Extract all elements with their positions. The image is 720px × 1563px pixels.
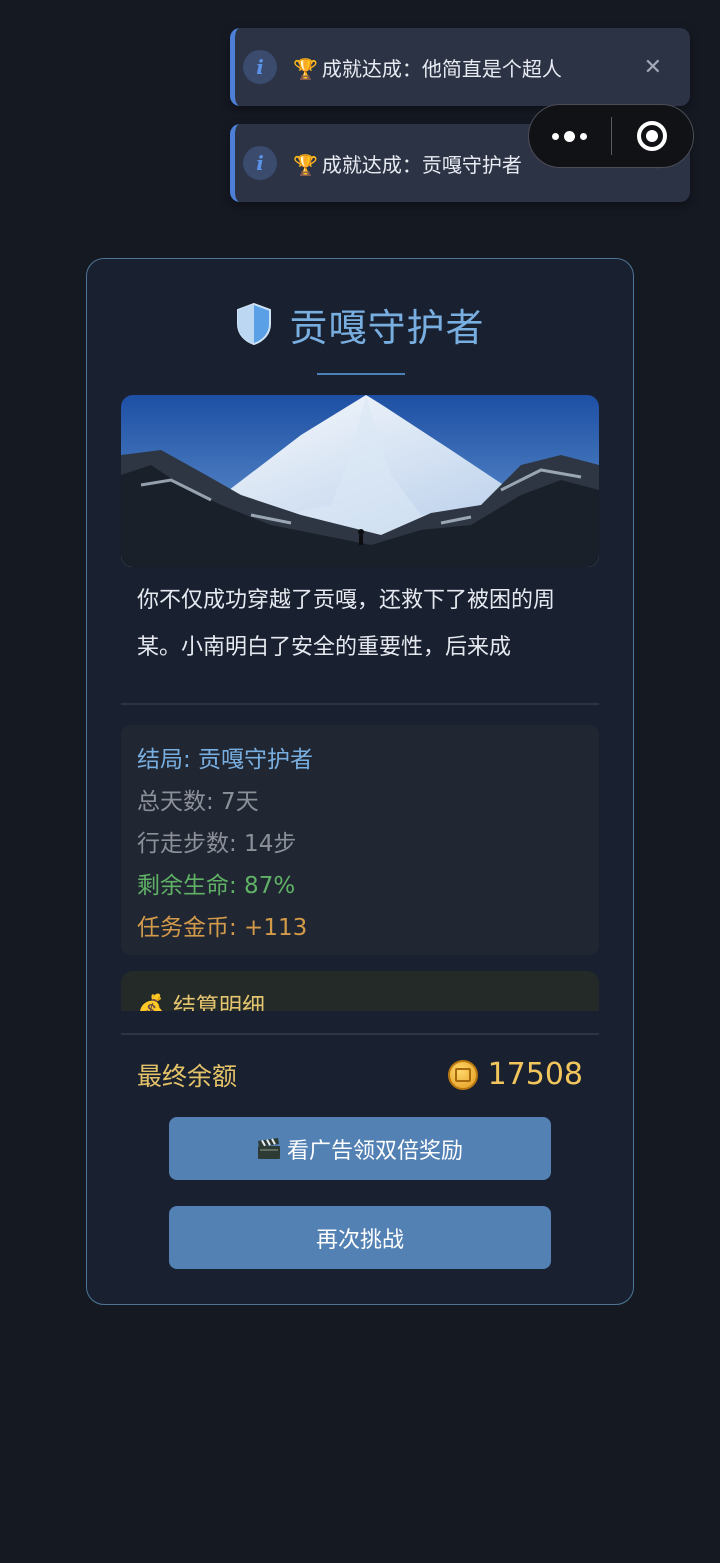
final-balance-amount: 17508	[487, 1057, 583, 1092]
stat-coins: 任务金币: +113	[137, 915, 308, 941]
info-icon: i	[243, 50, 277, 84]
title-row: 贡嘎守护者	[87, 299, 633, 350]
stat-steps: 行走步数: 14步	[137, 831, 297, 857]
title-underline	[317, 373, 405, 375]
info-icon: i	[243, 146, 277, 180]
close-icon[interactable]: ✕	[644, 55, 662, 80]
stats-panel: 结局: 贡嘎守护者 总天数: 7天 行走步数: 14步 剩余生命: 87% 任务…	[121, 725, 599, 955]
retry-button[interactable]: 再次挑战	[169, 1206, 551, 1269]
divider	[121, 703, 599, 705]
close-miniprogram-button[interactable]	[612, 121, 694, 151]
divider	[121, 1033, 599, 1035]
stat-days: 总天数: 7天	[137, 789, 259, 815]
page-title: 贡嘎守护者	[289, 305, 485, 350]
trophy-icon: 🏆	[293, 152, 318, 177]
watch-ad-label: 看广告领双倍奖励	[286, 1138, 463, 1164]
clapperboard-icon	[257, 1137, 280, 1159]
result-card: 贡嘎守护者 你不仅成功穿越了贡嘎，还救下了被困的周某。小南明白了安全的重要性，后…	[86, 258, 634, 1305]
target-circle-icon	[637, 121, 668, 151]
final-balance: 17508	[447, 1057, 583, 1092]
stat-life: 剩余生命: 87%	[137, 873, 296, 899]
detail-title: 结算明细	[172, 994, 265, 1011]
stat-ending: 结局: 贡嘎守护者	[137, 747, 314, 773]
trophy-icon: 🏆	[293, 56, 318, 81]
money-bag-icon: 💰	[137, 994, 166, 1011]
miniprogram-capsule	[528, 104, 694, 168]
retry-label: 再次挑战	[315, 1227, 404, 1253]
toast-message: 成就达成：贡嘎守护者	[321, 152, 522, 177]
mountain-image	[121, 395, 599, 567]
final-balance-label: 最终余额	[137, 1062, 238, 1091]
story-text: 你不仅成功穿越了贡嘎，还救下了被困的周某。小南明白了安全的重要性，后来成	[137, 588, 556, 660]
settlement-detail[interactable]: 💰 结算明细	[121, 971, 599, 1011]
achievement-toast: i 🏆 成就达成：他简直是个超人 ✕	[230, 28, 690, 106]
more-dots-icon[interactable]	[529, 130, 611, 142]
toast-message: 成就达成：他简直是个超人	[321, 56, 562, 81]
watch-ad-button[interactable]: 看广告领双倍奖励	[169, 1117, 551, 1180]
coin-icon	[447, 1059, 478, 1090]
shield-icon	[237, 302, 272, 346]
